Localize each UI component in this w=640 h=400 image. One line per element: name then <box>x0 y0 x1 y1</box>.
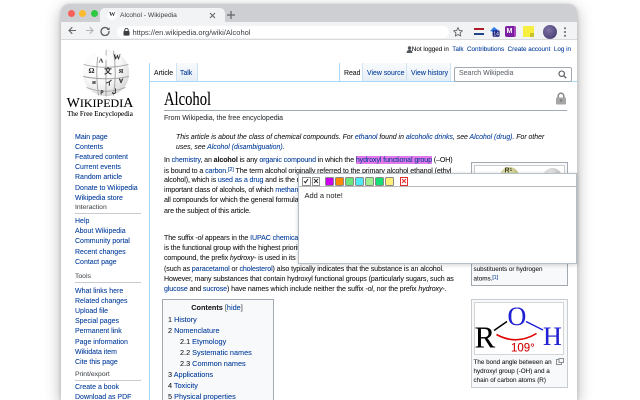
svg-text:Ω: Ω <box>88 66 94 75</box>
svg-text:∀: ∀ <box>118 78 124 85</box>
svg-text:文: 文 <box>104 66 112 76</box>
svg-text:109°: 109° <box>511 343 535 355</box>
svg-text:H: H <box>543 322 562 351</box>
svg-text:ل: ل <box>112 88 116 95</box>
svg-text:O: O <box>508 302 527 331</box>
svg-text:ρ: ρ <box>100 89 103 95</box>
svg-text:А: А <box>99 58 104 65</box>
svg-text:W: W <box>113 53 121 62</box>
svg-text:R: R <box>475 320 496 355</box>
svg-text:イ: イ <box>106 79 113 87</box>
svg-text:Я: Я <box>119 68 124 75</box>
svg-text:и: и <box>92 79 96 86</box>
svg-text:14: 14 <box>493 32 499 38</box>
